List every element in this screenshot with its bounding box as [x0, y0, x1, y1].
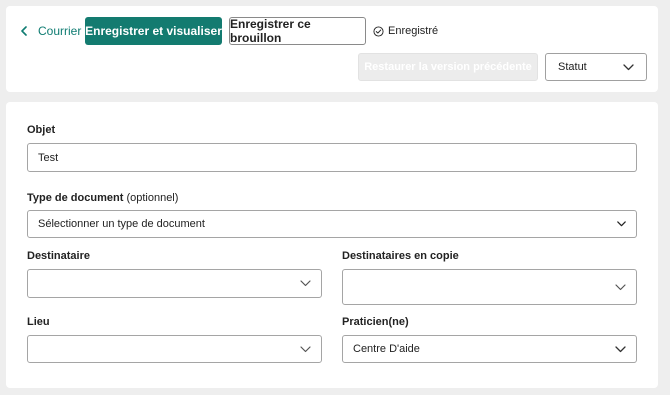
cc-recipients-select[interactable]	[342, 269, 637, 305]
status-select-value: Statut	[558, 61, 587, 73]
chevron-down-icon	[300, 280, 311, 287]
restore-previous-version-button[interactable]: Restaurer la version précédente	[358, 53, 538, 81]
chevron-down-icon	[615, 345, 626, 352]
cc-recipients-label: Destinataires en copie	[342, 250, 459, 262]
practitioner-label: Praticien(ne)	[342, 316, 409, 328]
recipient-select[interactable]	[27, 269, 322, 298]
subject-label: Objet	[27, 124, 56, 136]
chevron-down-icon	[623, 63, 634, 70]
practitioner-select[interactable]: Centre D'aide	[342, 335, 637, 363]
saved-status-label: Enregistré	[388, 25, 439, 37]
back-link[interactable]: Courrier	[20, 21, 81, 41]
save-draft-button[interactable]: Enregistrer ce brouillon	[229, 17, 366, 45]
optional-note: (optionnel)	[126, 192, 179, 204]
recipient-label: Destinataire	[27, 250, 90, 262]
place-select[interactable]	[27, 335, 322, 363]
practitioner-value: Centre D'aide	[353, 343, 420, 355]
top-toolbar: Courrier Enregistrer et visualiser Enreg…	[6, 6, 658, 92]
save-and-view-button[interactable]: Enregistrer et visualiser	[85, 17, 222, 45]
subject-input[interactable]	[38, 151, 626, 164]
chevron-left-icon	[21, 26, 27, 36]
document-type-select[interactable]: Sélectionner un type de document	[27, 210, 637, 238]
chevron-down-icon	[300, 345, 311, 352]
place-label: Lieu	[27, 316, 50, 328]
subject-field[interactable]	[27, 143, 637, 172]
chevron-down-icon	[615, 283, 626, 290]
chevron-down-icon	[617, 221, 626, 227]
document-type-label-text: Type de document	[27, 192, 124, 204]
letter-form-card: Objet Type de document (optionnel) Sélec…	[6, 102, 658, 388]
back-link-label: Courrier	[38, 24, 82, 38]
saved-status: Enregistré	[373, 23, 438, 39]
document-type-label: Type de document (optionnel)	[27, 192, 178, 204]
check-circle-icon	[373, 25, 384, 37]
document-type-value: Sélectionner un type de document	[38, 218, 205, 230]
status-select[interactable]: Statut	[545, 53, 647, 81]
